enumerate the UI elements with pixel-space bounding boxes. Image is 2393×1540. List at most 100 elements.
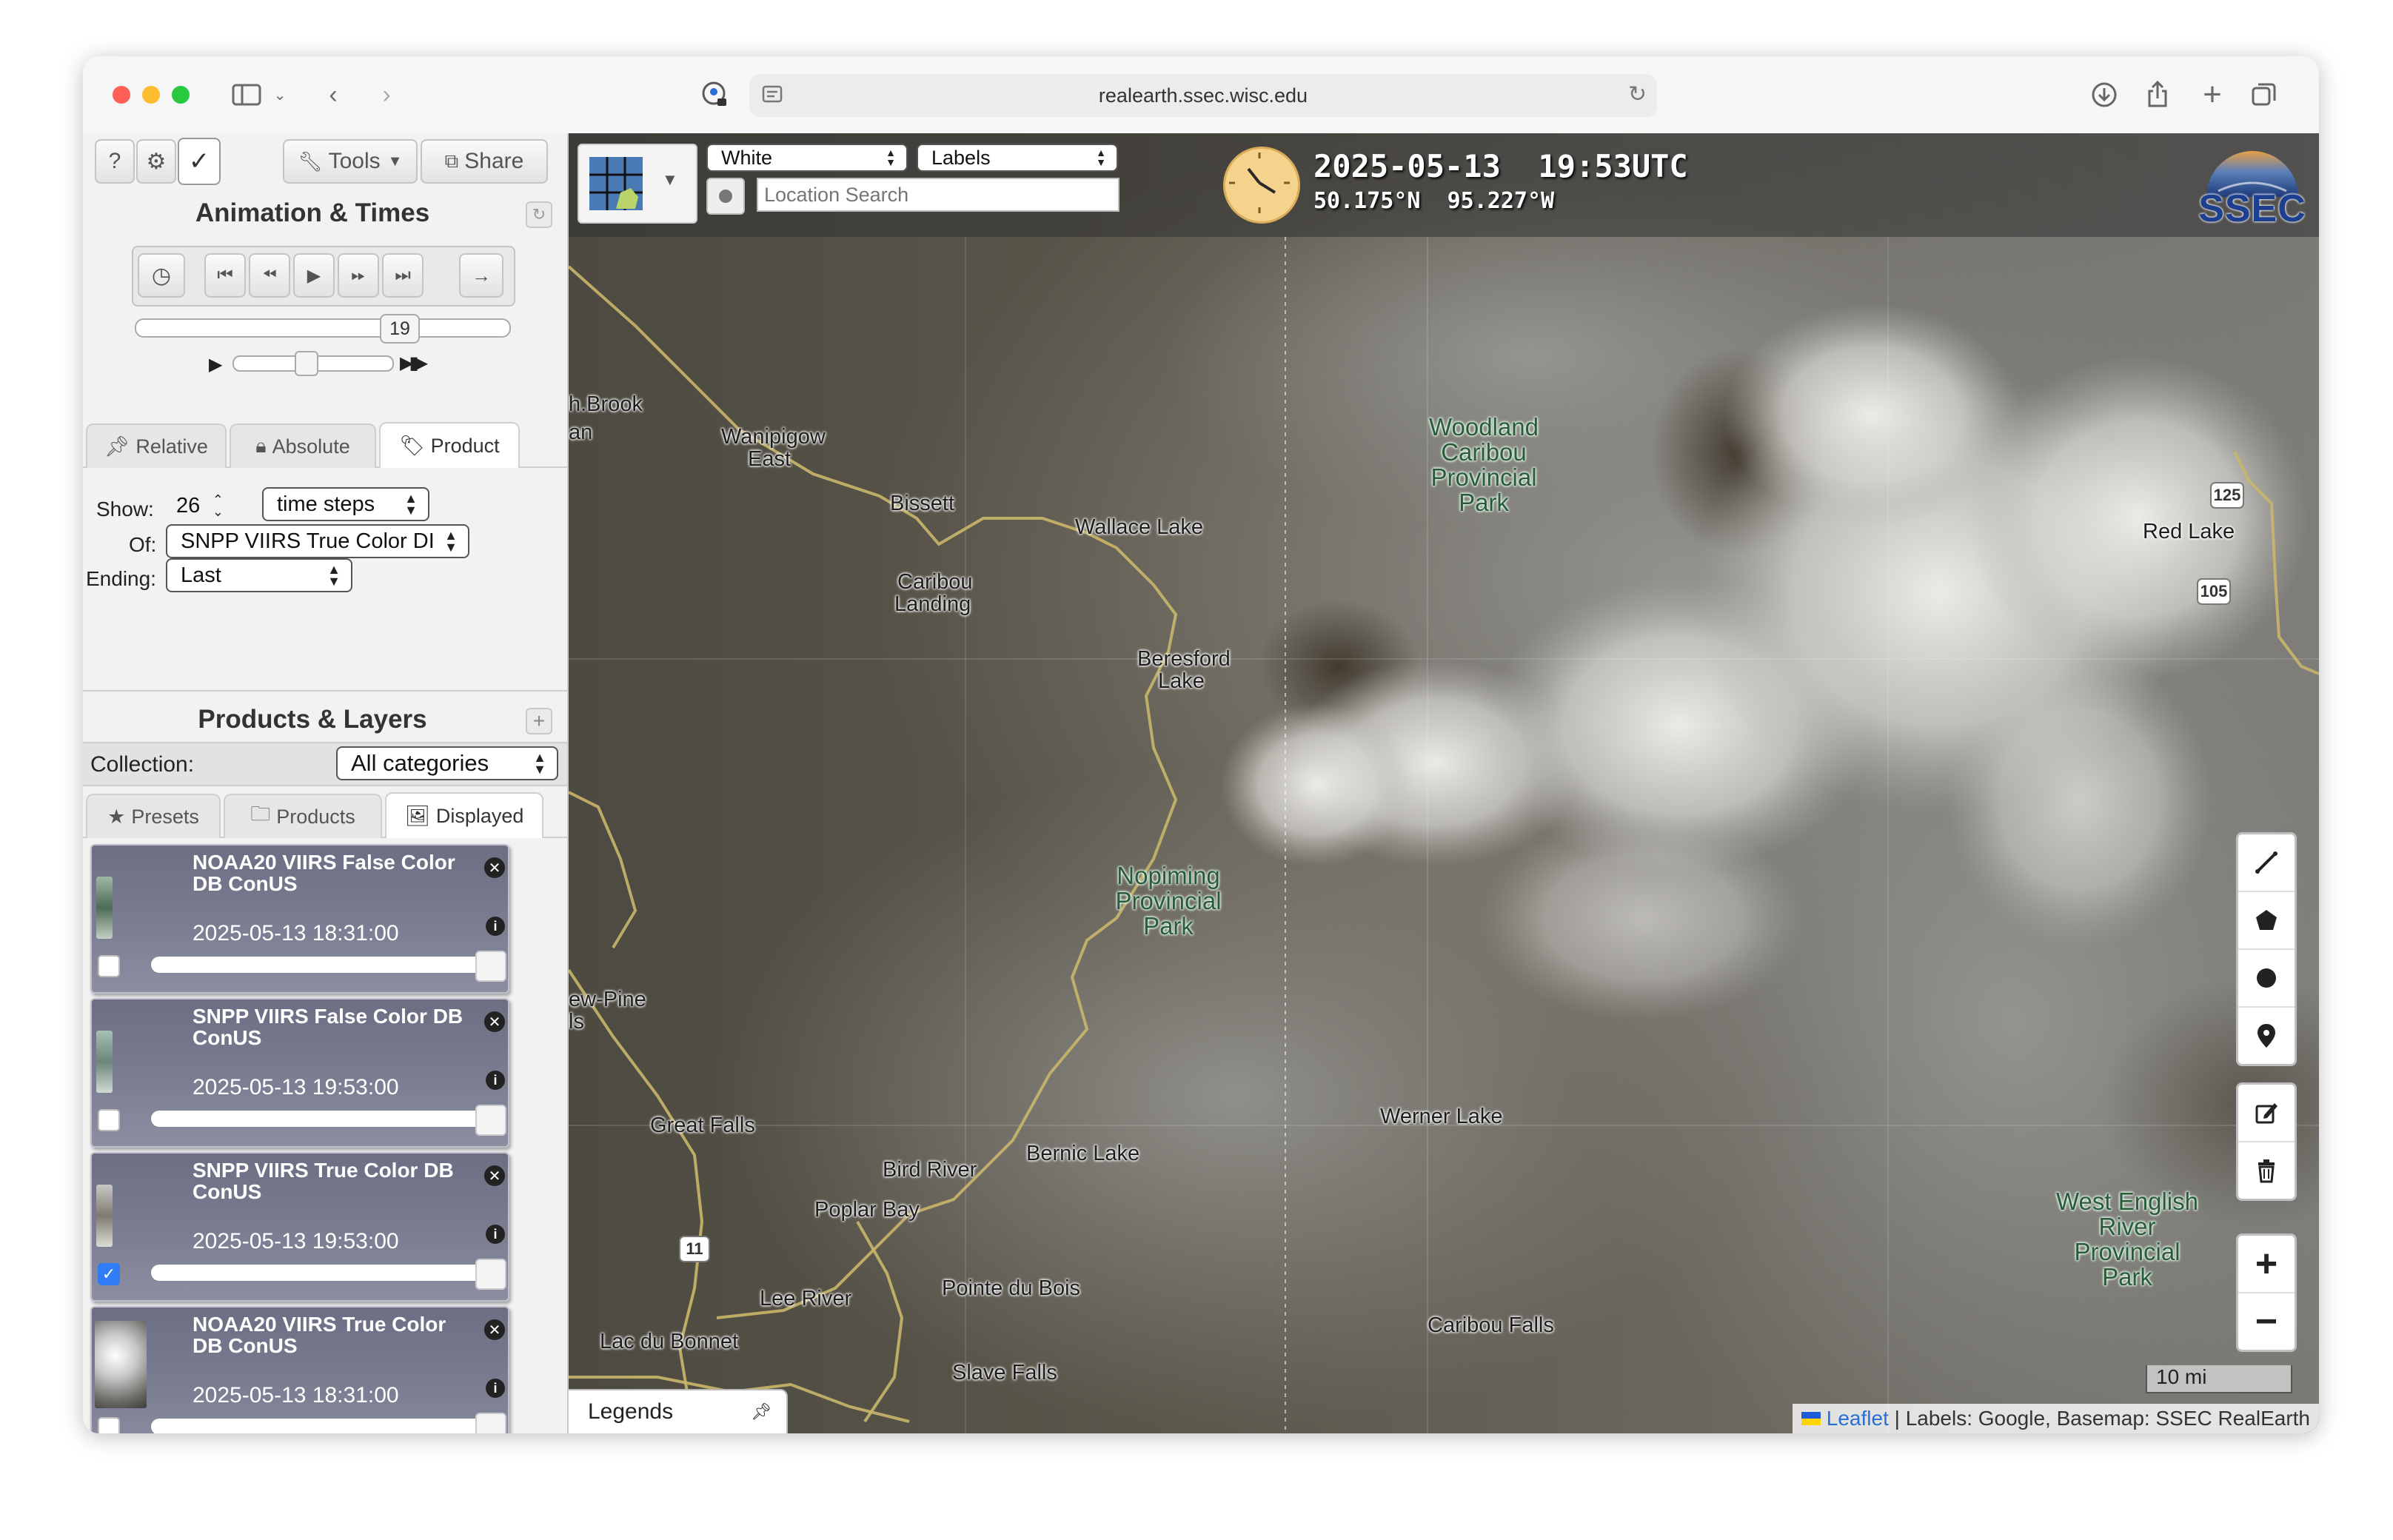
layer-card[interactable]: NOAA20 VIIRS False Color DB ConUS 2025-0…	[90, 844, 509, 994]
tab-presets[interactable]: ★ Presets	[86, 794, 221, 838]
draw-polygon-icon[interactable]	[2238, 892, 2295, 950]
opacity-slider[interactable]	[151, 1265, 492, 1281]
tab-relative[interactable]: 📌︎ Relative	[86, 424, 227, 468]
info-icon[interactable]: i	[486, 917, 505, 936]
layer-title: NOAA20 VIIRS False Color DB ConUS	[193, 851, 455, 895]
chevron-down-icon[interactable]: ⌄	[271, 78, 289, 111]
remove-layer-icon[interactable]: ✕	[484, 857, 505, 878]
opacity-slider[interactable]	[151, 957, 492, 973]
draw-marker-icon[interactable]	[2238, 1008, 2295, 1064]
tab-absolute[interactable]: 🔒︎ Absolute	[230, 424, 376, 468]
star-icon: ★	[107, 805, 126, 828]
collection-select[interactable]: All categories ▲ ▼	[336, 746, 558, 780]
ssec-logo[interactable]: SSEC	[2196, 145, 2309, 230]
locate-button[interactable]	[706, 178, 745, 215]
zoom-in-button[interactable]: +	[2238, 1236, 2295, 1293]
next-button[interactable]: →	[459, 253, 503, 298]
back-icon[interactable]: ‹	[318, 78, 348, 111]
place-label: ls	[569, 1010, 584, 1034]
remove-layer-icon[interactable]: ✕	[484, 1165, 505, 1186]
zoom-control: + −	[2236, 1233, 2297, 1352]
last-frame-button[interactable]: ⏭︎	[382, 253, 424, 298]
map-view[interactable]: 125 105 11 ▼ White ▲ ▼ Labels ▲ ▼ Locati…	[569, 133, 2319, 1433]
layer-visibility-checkbox[interactable]: ✓	[98, 1263, 120, 1285]
edit-layers-icon[interactable]	[2238, 1085, 2295, 1142]
steps-unit-select[interactable]: time steps ▲ ▼	[262, 487, 429, 521]
tab-displayed[interactable]: 🖼︎ Displayed	[385, 792, 543, 838]
zoom-out-button[interactable]: −	[2238, 1293, 2295, 1350]
tools-button[interactable]: 🔧︎ Tools ▼	[283, 139, 418, 184]
delete-layers-icon[interactable]	[2238, 1142, 2295, 1199]
tab-overview-icon[interactable]	[2248, 78, 2280, 111]
sidebar-icon[interactable]	[228, 78, 265, 111]
opacity-slider-handle[interactable]	[475, 1413, 506, 1433]
opacity-slider-handle[interactable]	[475, 951, 506, 982]
opacity-slider-handle[interactable]	[475, 1259, 506, 1290]
zoom-window-button[interactable]	[172, 86, 190, 104]
leaflet-link[interactable]: Leaflet	[1827, 1407, 1889, 1430]
password-key-icon[interactable]	[699, 78, 732, 111]
show-count-stepper[interactable]: 26 ⌃ ⌄	[163, 489, 246, 523]
park-label: Woodland Caribou Provincial Park	[1410, 415, 1558, 515]
page-settings-icon[interactable]	[761, 84, 783, 110]
place-label: Lee River	[760, 1287, 852, 1310]
layer-card[interactable]: NOAA20 VIIRS True Color DB ConUS 2025-05…	[90, 1306, 509, 1433]
add-layer-icon[interactable]: +	[526, 708, 552, 734]
draw-circle-icon[interactable]	[2238, 950, 2295, 1008]
opacity-slider[interactable]	[151, 1111, 492, 1127]
info-icon[interactable]: i	[486, 1379, 505, 1398]
basemap-selector[interactable]: ▼	[578, 144, 697, 224]
address-bar[interactable]: realearth.ssec.wisc.edu ↻	[749, 74, 1657, 117]
layer-card[interactable]: SNPP VIIRS False Color DB ConUS 2025-05-…	[90, 998, 509, 1148]
layer-visibility-checkbox[interactable]	[98, 955, 120, 977]
refresh-icon[interactable]: ↻	[526, 201, 552, 228]
step-back-button[interactable]: ⏪︎	[249, 253, 290, 298]
share-icon[interactable]	[2141, 78, 2174, 111]
svg-text:125: 125	[2214, 486, 2241, 504]
labels-select[interactable]: Labels ▲ ▼	[917, 144, 1118, 172]
tools-label: Tools	[328, 149, 381, 173]
draw-line-icon[interactable]	[2238, 834, 2295, 892]
timeline-frame-badge[interactable]: 19	[380, 314, 420, 344]
place-label: Lac du Bonnet	[600, 1330, 739, 1353]
of-product-select[interactable]: SNPP VIIRS True Color DI ▲ ▼	[166, 524, 469, 558]
minimize-window-button[interactable]	[142, 86, 160, 104]
info-icon[interactable]: i	[486, 1225, 505, 1244]
play-button[interactable]: ▶	[293, 253, 335, 298]
timeline-slider[interactable]	[135, 318, 511, 338]
close-window-button[interactable]	[113, 86, 130, 104]
share-button[interactable]: ⧉ Share	[421, 139, 548, 184]
help-button[interactable]: ?	[95, 139, 135, 184]
layer-visibility-checkbox[interactable]	[98, 1109, 120, 1131]
ending-value: Last	[181, 563, 221, 587]
location-search-input[interactable]	[757, 178, 1119, 212]
opacity-slider[interactable]	[151, 1419, 492, 1433]
fast-play-icon: ▶▮▶	[400, 353, 428, 373]
tab-product[interactable]: 🏷︎ Product	[379, 422, 520, 468]
pin-icon[interactable]: 📌︎	[751, 1402, 772, 1422]
settings-button[interactable]: ⚙	[136, 139, 176, 184]
legends-tab[interactable]: Legends 📌︎	[569, 1389, 788, 1433]
first-frame-button[interactable]: ⏮︎	[204, 253, 246, 298]
layer-thumbnail	[95, 1321, 147, 1408]
step-forward-button[interactable]: ⏩︎	[338, 253, 379, 298]
speed-slider-handle[interactable]	[295, 351, 318, 376]
place-label: Red Lake	[2143, 520, 2235, 543]
new-tab-icon[interactable]: +	[2196, 76, 2229, 113]
ending-select[interactable]: Last ▲ ▼	[166, 558, 352, 592]
info-icon[interactable]: i	[486, 1071, 505, 1090]
place-label: Lake	[1158, 669, 1205, 693]
remove-layer-icon[interactable]: ✕	[484, 1011, 505, 1032]
tab-products[interactable]: 🗀︎ Products	[224, 794, 382, 838]
opacity-slider-handle[interactable]	[475, 1105, 506, 1136]
remove-layer-icon[interactable]: ✕	[484, 1319, 505, 1340]
forward-icon[interactable]: ›	[372, 78, 401, 111]
layer-visibility-checkbox[interactable]	[98, 1417, 120, 1433]
collection-value: All categories	[351, 750, 489, 776]
background-select[interactable]: White ▲ ▼	[706, 144, 908, 172]
clock-button[interactable]: ◷	[138, 253, 185, 298]
check-button[interactable]: ✓	[178, 138, 221, 185]
layer-card[interactable]: SNPP VIIRS True Color DB ConUS 2025-05-1…	[90, 1152, 509, 1302]
download-icon[interactable]	[2088, 78, 2121, 111]
reload-icon[interactable]: ↻	[1628, 81, 1647, 107]
